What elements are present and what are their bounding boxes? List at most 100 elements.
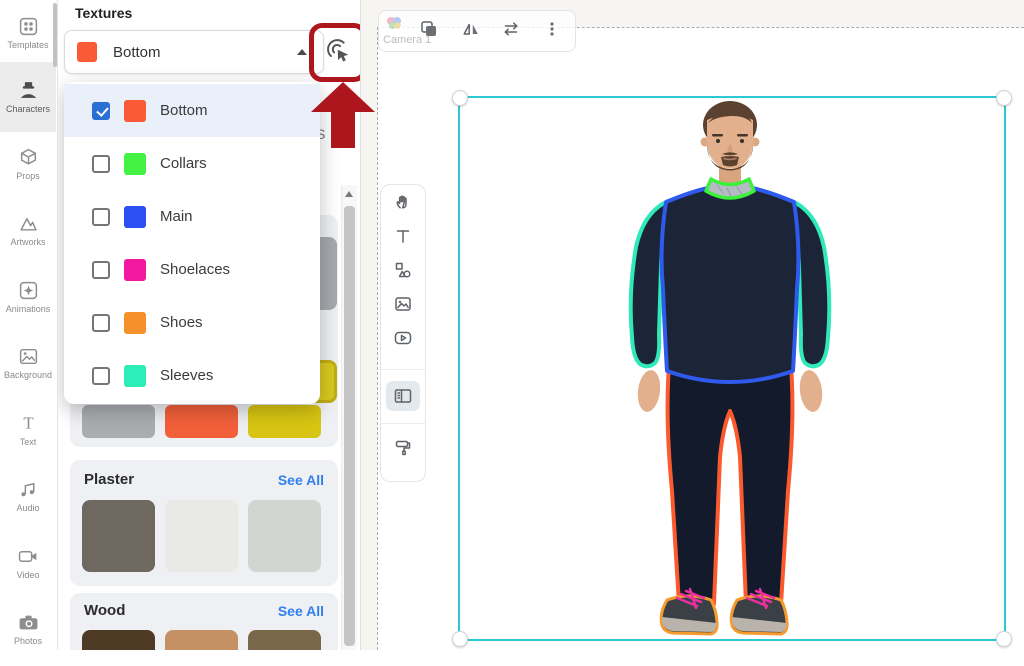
text-icon: T [18, 413, 39, 434]
menu-option-main[interactable]: Main [64, 190, 320, 243]
selection-handle-bottom-right[interactable] [996, 631, 1012, 647]
toolbar-divider [381, 369, 425, 370]
wood-swatch[interactable] [248, 630, 321, 650]
text-tool-button[interactable] [394, 227, 412, 245]
see-all-link[interactable]: See All [278, 603, 324, 619]
checkbox[interactable] [92, 208, 110, 226]
wood-swatch[interactable] [165, 630, 238, 650]
sidebar-item-label: Background [4, 370, 52, 380]
menu-option-shoelaces[interactable]: Shoelaces [64, 243, 320, 296]
menu-option-sleeves[interactable]: Sleeves [64, 349, 320, 402]
templates-icon [18, 16, 39, 37]
menu-option-collars[interactable]: Collars [64, 137, 320, 190]
plaster-swatch[interactable] [82, 500, 155, 572]
swap-button[interactable] [502, 20, 520, 38]
app-sidebar: Templates Characters Props Artworks Anim… [0, 0, 58, 650]
option-color-swatch [124, 365, 146, 387]
swap-arrows-icon [502, 20, 520, 38]
option-color-swatch [124, 206, 146, 228]
sidebar-item-animations[interactable]: Animations [0, 280, 56, 334]
video-icon [18, 546, 39, 567]
option-label: Main [160, 208, 193, 225]
camera-color-icon [385, 15, 403, 31]
paint-roller-button[interactable] [394, 439, 412, 457]
texture-group-menu: Bottom Collars Main Shoelaces Shoes Slee… [64, 82, 320, 404]
checkbox[interactable] [92, 367, 110, 385]
sidebar-item-audio[interactable]: Audio [0, 479, 56, 533]
checkbox[interactable] [92, 155, 110, 173]
duplicate-button[interactable] [420, 20, 438, 38]
character-avatar[interactable] [565, 95, 895, 645]
section-title: Plaster [84, 471, 134, 488]
menu-option-bottom[interactable]: Bottom [64, 84, 320, 137]
wood-section: Wood See All [70, 593, 338, 650]
avatar-pants [668, 367, 793, 604]
paint-roller-icon [394, 439, 412, 457]
checkbox[interactable] [92, 314, 110, 332]
sidebar-item-background[interactable]: Background [0, 346, 56, 400]
plaster-section: Plaster See All [70, 460, 338, 586]
selection-handle-top-left[interactable] [452, 90, 468, 106]
wood-swatch[interactable] [82, 630, 155, 650]
sidebar-item-text[interactable]: T Text [0, 413, 56, 467]
shapes-icon [394, 261, 412, 279]
more-options-button[interactable] [543, 20, 561, 38]
section-title: Wood [84, 602, 125, 619]
board-tool-button[interactable] [394, 387, 412, 405]
option-color-swatch [124, 100, 146, 122]
panel-scrollbar[interactable] [341, 185, 357, 650]
scrollbar-thumb[interactable] [344, 206, 355, 646]
video-tool-button[interactable] [394, 329, 412, 347]
checkbox-checked[interactable] [92, 102, 110, 120]
menu-option-shoes[interactable]: Shoes [64, 296, 320, 349]
color-swatch[interactable] [248, 405, 321, 438]
kebab-menu-icon [543, 20, 561, 38]
sidebar-item-templates[interactable]: Templates [0, 16, 56, 70]
toolbar-divider [381, 423, 425, 424]
image-icon [394, 295, 412, 313]
avatar-left-hand [636, 369, 663, 413]
sidebar-item-label: Templates [7, 40, 48, 50]
sidebar-item-label: Props [16, 171, 40, 181]
plaster-swatch[interactable] [165, 500, 238, 572]
characters-icon [18, 80, 39, 101]
sidebar-item-video[interactable]: Video [0, 546, 56, 600]
sidebar-item-label: Photos [14, 636, 42, 646]
sidebar-item-label: Characters [6, 104, 50, 114]
animations-icon [18, 280, 39, 301]
text-tool-icon [394, 227, 412, 245]
sidebar-item-props[interactable]: Props [0, 147, 56, 201]
pan-tool-button[interactable] [394, 193, 412, 211]
avatar-eye [716, 139, 720, 143]
flip-icon [462, 20, 480, 38]
sidebar-item-artworks[interactable]: Artworks [0, 213, 56, 267]
pick-on-model-button[interactable] [318, 30, 358, 70]
flip-button[interactable] [462, 20, 480, 38]
sidebar-item-label: Video [17, 570, 40, 580]
option-color-swatch [124, 153, 146, 175]
option-label: Bottom [160, 102, 208, 119]
see-all-link[interactable]: See All [278, 472, 324, 488]
selection-handle-top-right[interactable] [996, 90, 1012, 106]
image-tool-button[interactable] [394, 295, 412, 313]
duplicate-icon [420, 20, 438, 38]
checkbox[interactable] [92, 261, 110, 279]
sidebar-item-photos[interactable]: Photos [0, 612, 56, 666]
avatar-brow [737, 134, 748, 137]
plaster-swatch[interactable] [248, 500, 321, 572]
option-label: Collars [160, 155, 207, 172]
artworks-icon [18, 213, 39, 234]
texture-group-dropdown[interactable]: Bottom [64, 30, 324, 74]
chevron-up-icon [297, 49, 307, 55]
color-swatch[interactable] [82, 405, 155, 438]
selection-handle-bottom-left[interactable] [452, 631, 468, 647]
photos-icon [18, 612, 39, 633]
sidebar-scrollbar-thumb[interactable] [53, 3, 57, 67]
option-label: Shoelaces [160, 261, 230, 278]
shapes-tool-button[interactable] [394, 261, 412, 279]
scroll-up-arrow[interactable] [345, 191, 353, 197]
option-label: Shoes [160, 314, 203, 331]
color-swatch[interactable] [165, 405, 238, 438]
stage-canvas[interactable]: Camera 1 [360, 0, 1024, 650]
sidebar-item-characters[interactable]: Characters [0, 80, 56, 134]
